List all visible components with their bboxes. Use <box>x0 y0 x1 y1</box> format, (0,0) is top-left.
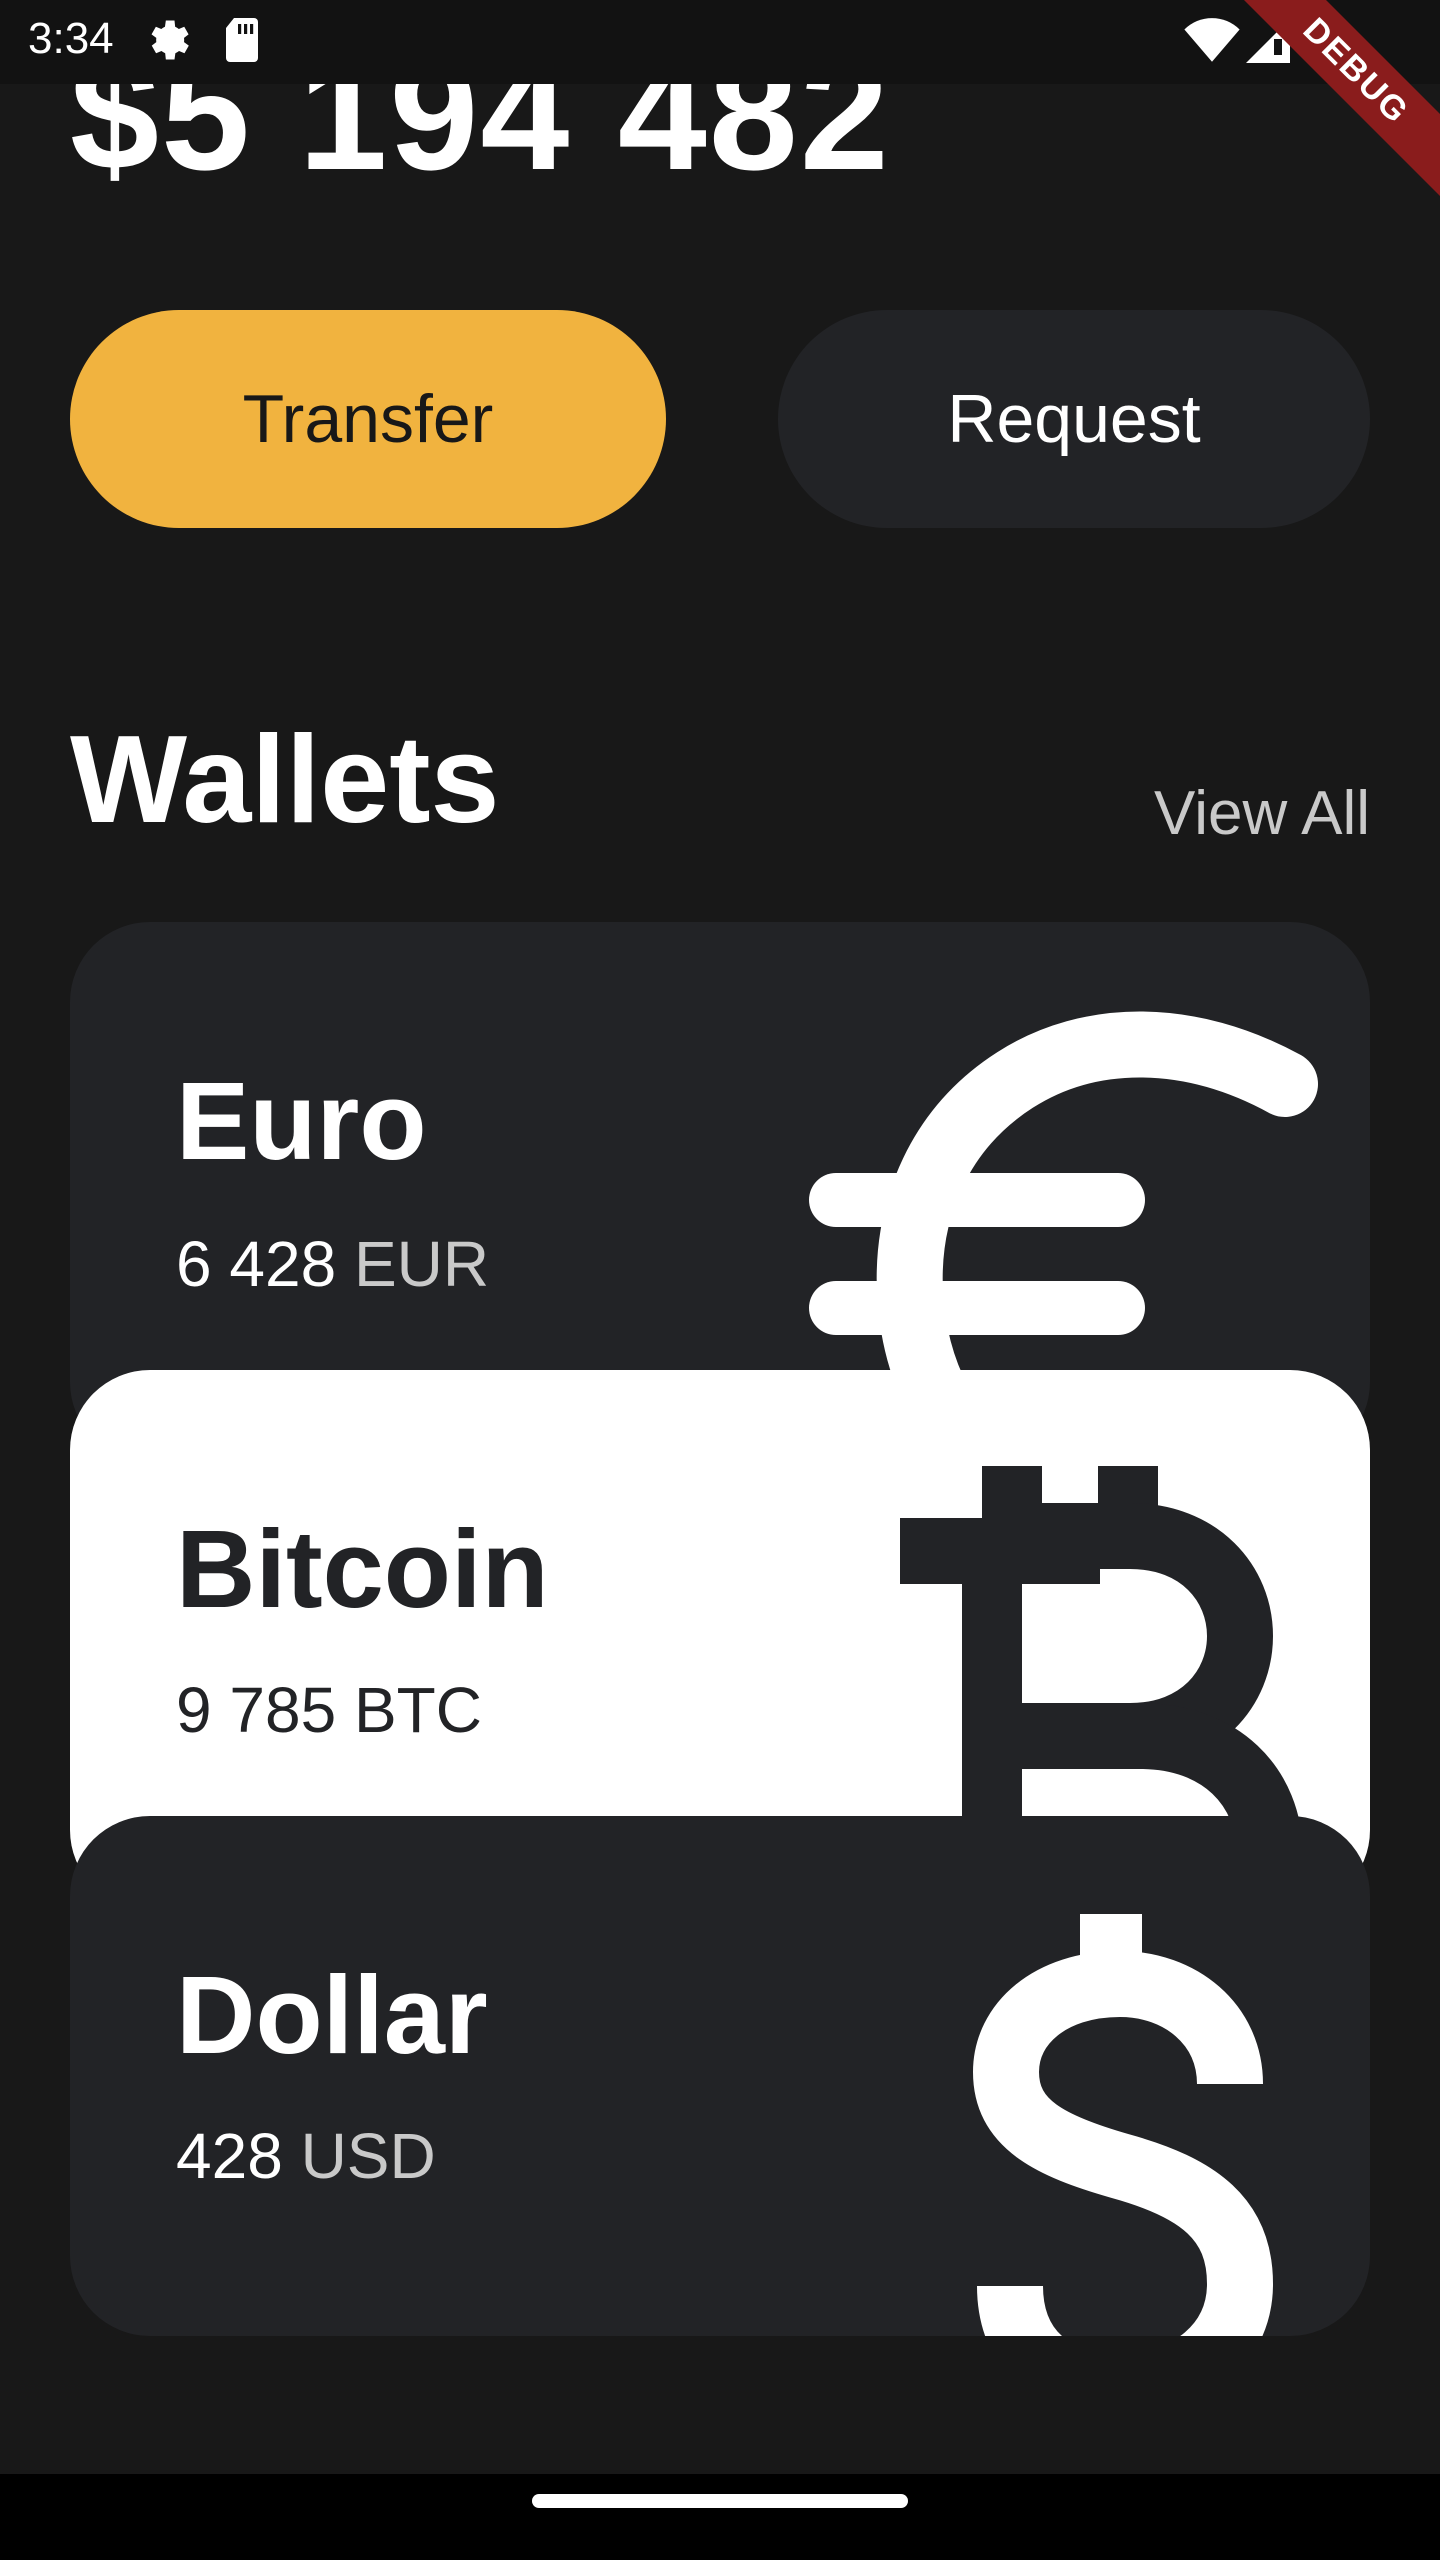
status-bar: 3:34 <box>0 0 1440 84</box>
wallet-name: Dollar <box>176 1954 488 2077</box>
debug-banner: DEBUG <box>1240 0 1440 200</box>
request-button[interactable]: Request <box>778 310 1370 528</box>
wallet-amount: 428 USD <box>176 2120 436 2192</box>
status-time: 3:34 <box>28 14 114 63</box>
wallet-amount-value: 9 785 <box>176 1674 337 1746</box>
sd-card-icon <box>222 16 262 69</box>
settings-icon <box>142 14 194 71</box>
view-all-link[interactable]: View All <box>1154 778 1370 849</box>
debug-banner-label: DEBUG <box>1240 0 1440 200</box>
wallet-amount-value: 428 <box>176 2120 283 2192</box>
wallet-name: Euro <box>176 1060 427 1183</box>
request-button-label: Request <box>947 381 1201 457</box>
wallet-amount-value: 6 428 <box>176 1228 337 1300</box>
wallet-amount-unit: BTC <box>353 1674 482 1746</box>
wallet-card-dollar[interactable]: Dollar 428 USD <box>70 1816 1370 2336</box>
wallet-amount: 6 428 EUR <box>176 1228 489 1300</box>
home-gesture-handle[interactable] <box>532 2494 908 2508</box>
transfer-button-label: Transfer <box>242 381 494 457</box>
wallet-amount: 9 785 BTC <box>176 1674 482 1746</box>
wifi-icon <box>1184 18 1240 69</box>
transfer-button[interactable]: Transfer <box>70 310 666 528</box>
wallet-name: Bitcoin <box>176 1508 549 1631</box>
wallet-amount-unit: USD <box>300 2120 436 2192</box>
system-navigation-bar <box>0 2474 1440 2560</box>
dollar-icon <box>972 1914 1274 2336</box>
wallet-amount-unit: EUR <box>353 1228 490 1300</box>
wallets-title: Wallets <box>70 711 500 849</box>
